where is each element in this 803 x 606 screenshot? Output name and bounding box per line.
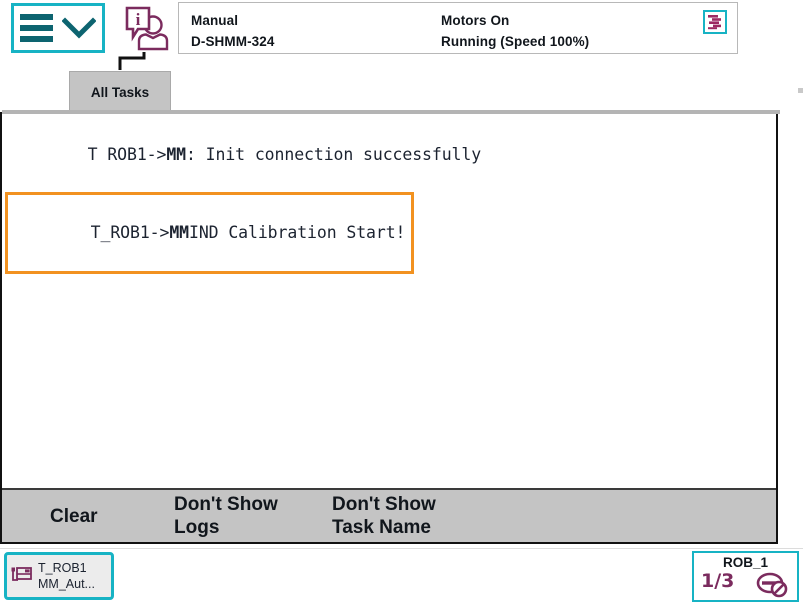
active-program-name: MM_Aut... xyxy=(38,577,95,591)
status-motors: Motors On xyxy=(441,13,510,28)
chevron-down-icon xyxy=(61,15,97,41)
status-panel[interactable]: Manual D-SHMM-324 Motors On Running (Spe… xyxy=(178,2,738,54)
operator-info-icon[interactable]: i xyxy=(122,4,170,52)
action-button-bar: Clear Don't Show Logs Don't Show Task Na… xyxy=(2,488,776,542)
program-pointer-icon xyxy=(11,563,33,590)
clear-button[interactable]: Clear xyxy=(50,490,180,542)
log-task-tag: MM xyxy=(169,223,190,242)
active-task-name: T_ROB1 xyxy=(38,561,87,575)
bottom-status-bar: T_ROB1 MM_Aut... ROB_1 1/3 xyxy=(0,548,803,606)
main-menu-button[interactable] xyxy=(11,3,105,53)
status-operating-mode: Manual xyxy=(191,13,239,28)
jog-increment-label: 1/3 xyxy=(701,570,735,592)
tab-all-tasks-label: All Tasks xyxy=(90,84,150,100)
log-prefix: T ROB1-> xyxy=(87,145,167,164)
log-message: IND Calibration Start! xyxy=(189,223,406,242)
robot-arm-icon[interactable] xyxy=(703,10,727,34)
status-controller-name: D-SHMM-324 xyxy=(191,34,275,49)
log-row[interactable]: T ROB1->MM: Init connection successfully xyxy=(2,117,776,192)
status-execution: Running (Speed 100%) xyxy=(441,34,590,49)
log-prefix: T_ROB1-> xyxy=(90,223,170,242)
hamburger-icon xyxy=(20,14,53,42)
message-panel: T ROB1->MM: Init connection successfully… xyxy=(0,110,780,544)
robot-name-label: ROB_1 xyxy=(722,555,768,570)
active-task-text: T_ROB1 MM_Aut... xyxy=(38,560,95,592)
tab-all-tasks[interactable]: All Tasks xyxy=(69,71,171,113)
status-motor-group: Motors On Running (Speed 100%) xyxy=(441,10,589,52)
log-line-text: T ROB1->MM: Init connection successfully xyxy=(2,117,776,192)
dont-show-logs-button[interactable]: Don't Show Logs xyxy=(174,490,324,542)
dont-show-task-name-button[interactable]: Don't Show Task Name xyxy=(332,490,507,542)
active-task-chip[interactable]: T_ROB1 MM_Aut... xyxy=(4,552,114,600)
scrollbar-stub[interactable] xyxy=(798,88,803,93)
log-message: : Init connection successfully xyxy=(186,145,482,164)
svg-text:i: i xyxy=(136,10,141,29)
status-mode-group: Manual D-SHMM-324 xyxy=(191,10,275,52)
active-robot-chip[interactable]: ROB_1 1/3 xyxy=(692,551,799,602)
log-list[interactable]: T ROB1->MM: Init connection successfully… xyxy=(2,114,776,489)
tab-connector-line xyxy=(114,52,154,72)
log-row-selected[interactable]: T_ROB1->MMIND Calibration Start! xyxy=(2,192,776,274)
log-task-tag: MM xyxy=(166,145,187,164)
log-line-text: T_ROB1->MMIND Calibration Start! xyxy=(5,192,415,274)
jog-axis-icon[interactable] xyxy=(755,570,789,603)
header-bar: i Manual D-SHMM-324 Motors On Running (S… xyxy=(0,0,803,113)
